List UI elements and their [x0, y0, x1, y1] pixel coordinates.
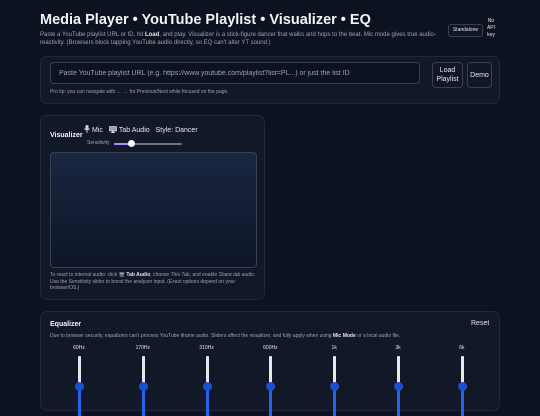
tab-audio-toggle[interactable]: Tab Audio: [109, 125, 150, 135]
playlist-panel: Load Playlist Demo Pro tip: you can navi…: [40, 56, 500, 104]
subtitle-load-word: Load: [144, 32, 160, 38]
note-text: , and enable: [189, 272, 219, 278]
eq-band-slider-fill: [460, 386, 464, 416]
tab-audio-label: Tab Audio: [118, 126, 150, 134]
eq-band-label: 6k: [459, 345, 465, 351]
eq-band-slider-thumb[interactable]: [266, 381, 276, 391]
eq-band-slider-thumb[interactable]: [202, 381, 212, 391]
page-subtitle: Paste a YouTube playlist URL or ID, hit …: [40, 31, 445, 47]
monitor-icon: [109, 125, 117, 135]
eq-band-slider-thumb[interactable]: [138, 381, 148, 391]
eq-band[interactable]: 6k: [447, 345, 477, 416]
eq-band-label: 600Hz: [263, 345, 278, 351]
sensitivity-label: Sensitivity: [87, 140, 110, 146]
eq-band[interactable]: 1k: [319, 345, 349, 416]
eq-band-label: 3k: [395, 345, 401, 351]
eq-band[interactable]: 60Hz: [64, 345, 94, 416]
load-playlist-button[interactable]: Load Playlist: [432, 62, 463, 88]
playlist-url-input[interactable]: [50, 62, 420, 84]
eq-band[interactable]: 170Hz: [128, 345, 158, 416]
standalone-badge: Standalone: [448, 24, 483, 37]
demo-button[interactable]: Demo: [467, 62, 492, 88]
eq-band-slider-fill: [333, 386, 337, 416]
sensitivity-slider-thumb[interactable]: [127, 140, 135, 147]
equalizer-title: Equalizer: [50, 321, 82, 328]
eq-band-slider-fill: [78, 386, 81, 416]
note-text: To react to internal audio: click: [50, 272, 119, 278]
eq-note-text: or a local audio file.: [355, 333, 401, 339]
eq-band[interactable]: 600Hz: [255, 345, 285, 416]
mic-toggle[interactable]: Mic: [84, 125, 103, 135]
note-share-tab-audio: Share tab audio: [218, 272, 254, 278]
eq-band-slider-thumb[interactable]: [394, 381, 403, 391]
eq-band-slider-fill: [269, 386, 273, 416]
visualizer-note: To react to internal audio: click 🖥 Tab …: [50, 272, 260, 292]
eq-band-slider-fill: [397, 386, 400, 416]
page-title: Media Player • YouTube Playlist • Visual…: [40, 12, 371, 28]
eq-band-label: 170Hz: [135, 345, 151, 351]
note-text: , choose: [150, 272, 171, 278]
eq-band-slider-fill: [141, 386, 145, 416]
eq-band[interactable]: 3k: [383, 345, 413, 416]
visualizer-canvas: [50, 152, 257, 268]
visualizer-controls: Mic Tab Audio Style: Dancer: [84, 125, 198, 135]
note-tab-audio: Tab Audio: [126, 272, 151, 278]
no-api-key-badge: No API key: [486, 18, 496, 38]
pro-tip-text: Pro tip: you can navigate with ← → for P…: [50, 89, 229, 95]
equalizer-panel: Equalizer Reset Due to browser security,…: [40, 311, 500, 416]
visualizer-panel: Visualizer Mic Tab Audio Style: Dancer S…: [40, 115, 265, 300]
mic-label: Mic: [92, 126, 103, 134]
equalizer-note: Due to browser security, equalizers can'…: [50, 333, 400, 339]
mic-icon: [84, 125, 90, 135]
eq-band-slider-thumb[interactable]: [330, 381, 340, 391]
eq-band-slider-fill: [205, 386, 209, 416]
style-selector[interactable]: Style: Dancer: [156, 127, 198, 134]
eq-note-mic-mode: Mic Mode: [332, 333, 356, 339]
subtitle-text: Paste a YouTube playlist URL or ID, hit: [40, 32, 145, 38]
eq-band-label: 60Hz: [73, 345, 85, 351]
page-header: Media Player • YouTube Playlist • Visual…: [40, 12, 440, 47]
monitor-icon: 🖥: [118, 272, 126, 278]
eq-band-slider-thumb[interactable]: [75, 381, 84, 391]
sensitivity-slider[interactable]: [114, 140, 182, 147]
eq-band-label: 1k: [331, 345, 337, 351]
eq-band-slider-thumb[interactable]: [457, 381, 467, 391]
eq-note-text: Due to browser security, equalizers can'…: [50, 333, 333, 339]
eq-band[interactable]: 310Hz: [192, 345, 222, 416]
eq-band-label: 310Hz: [199, 345, 214, 351]
visualizer-title: Visualizer: [50, 132, 83, 139]
note-this-tab: This Tab: [170, 272, 190, 278]
reset-button[interactable]: Reset: [471, 320, 489, 327]
